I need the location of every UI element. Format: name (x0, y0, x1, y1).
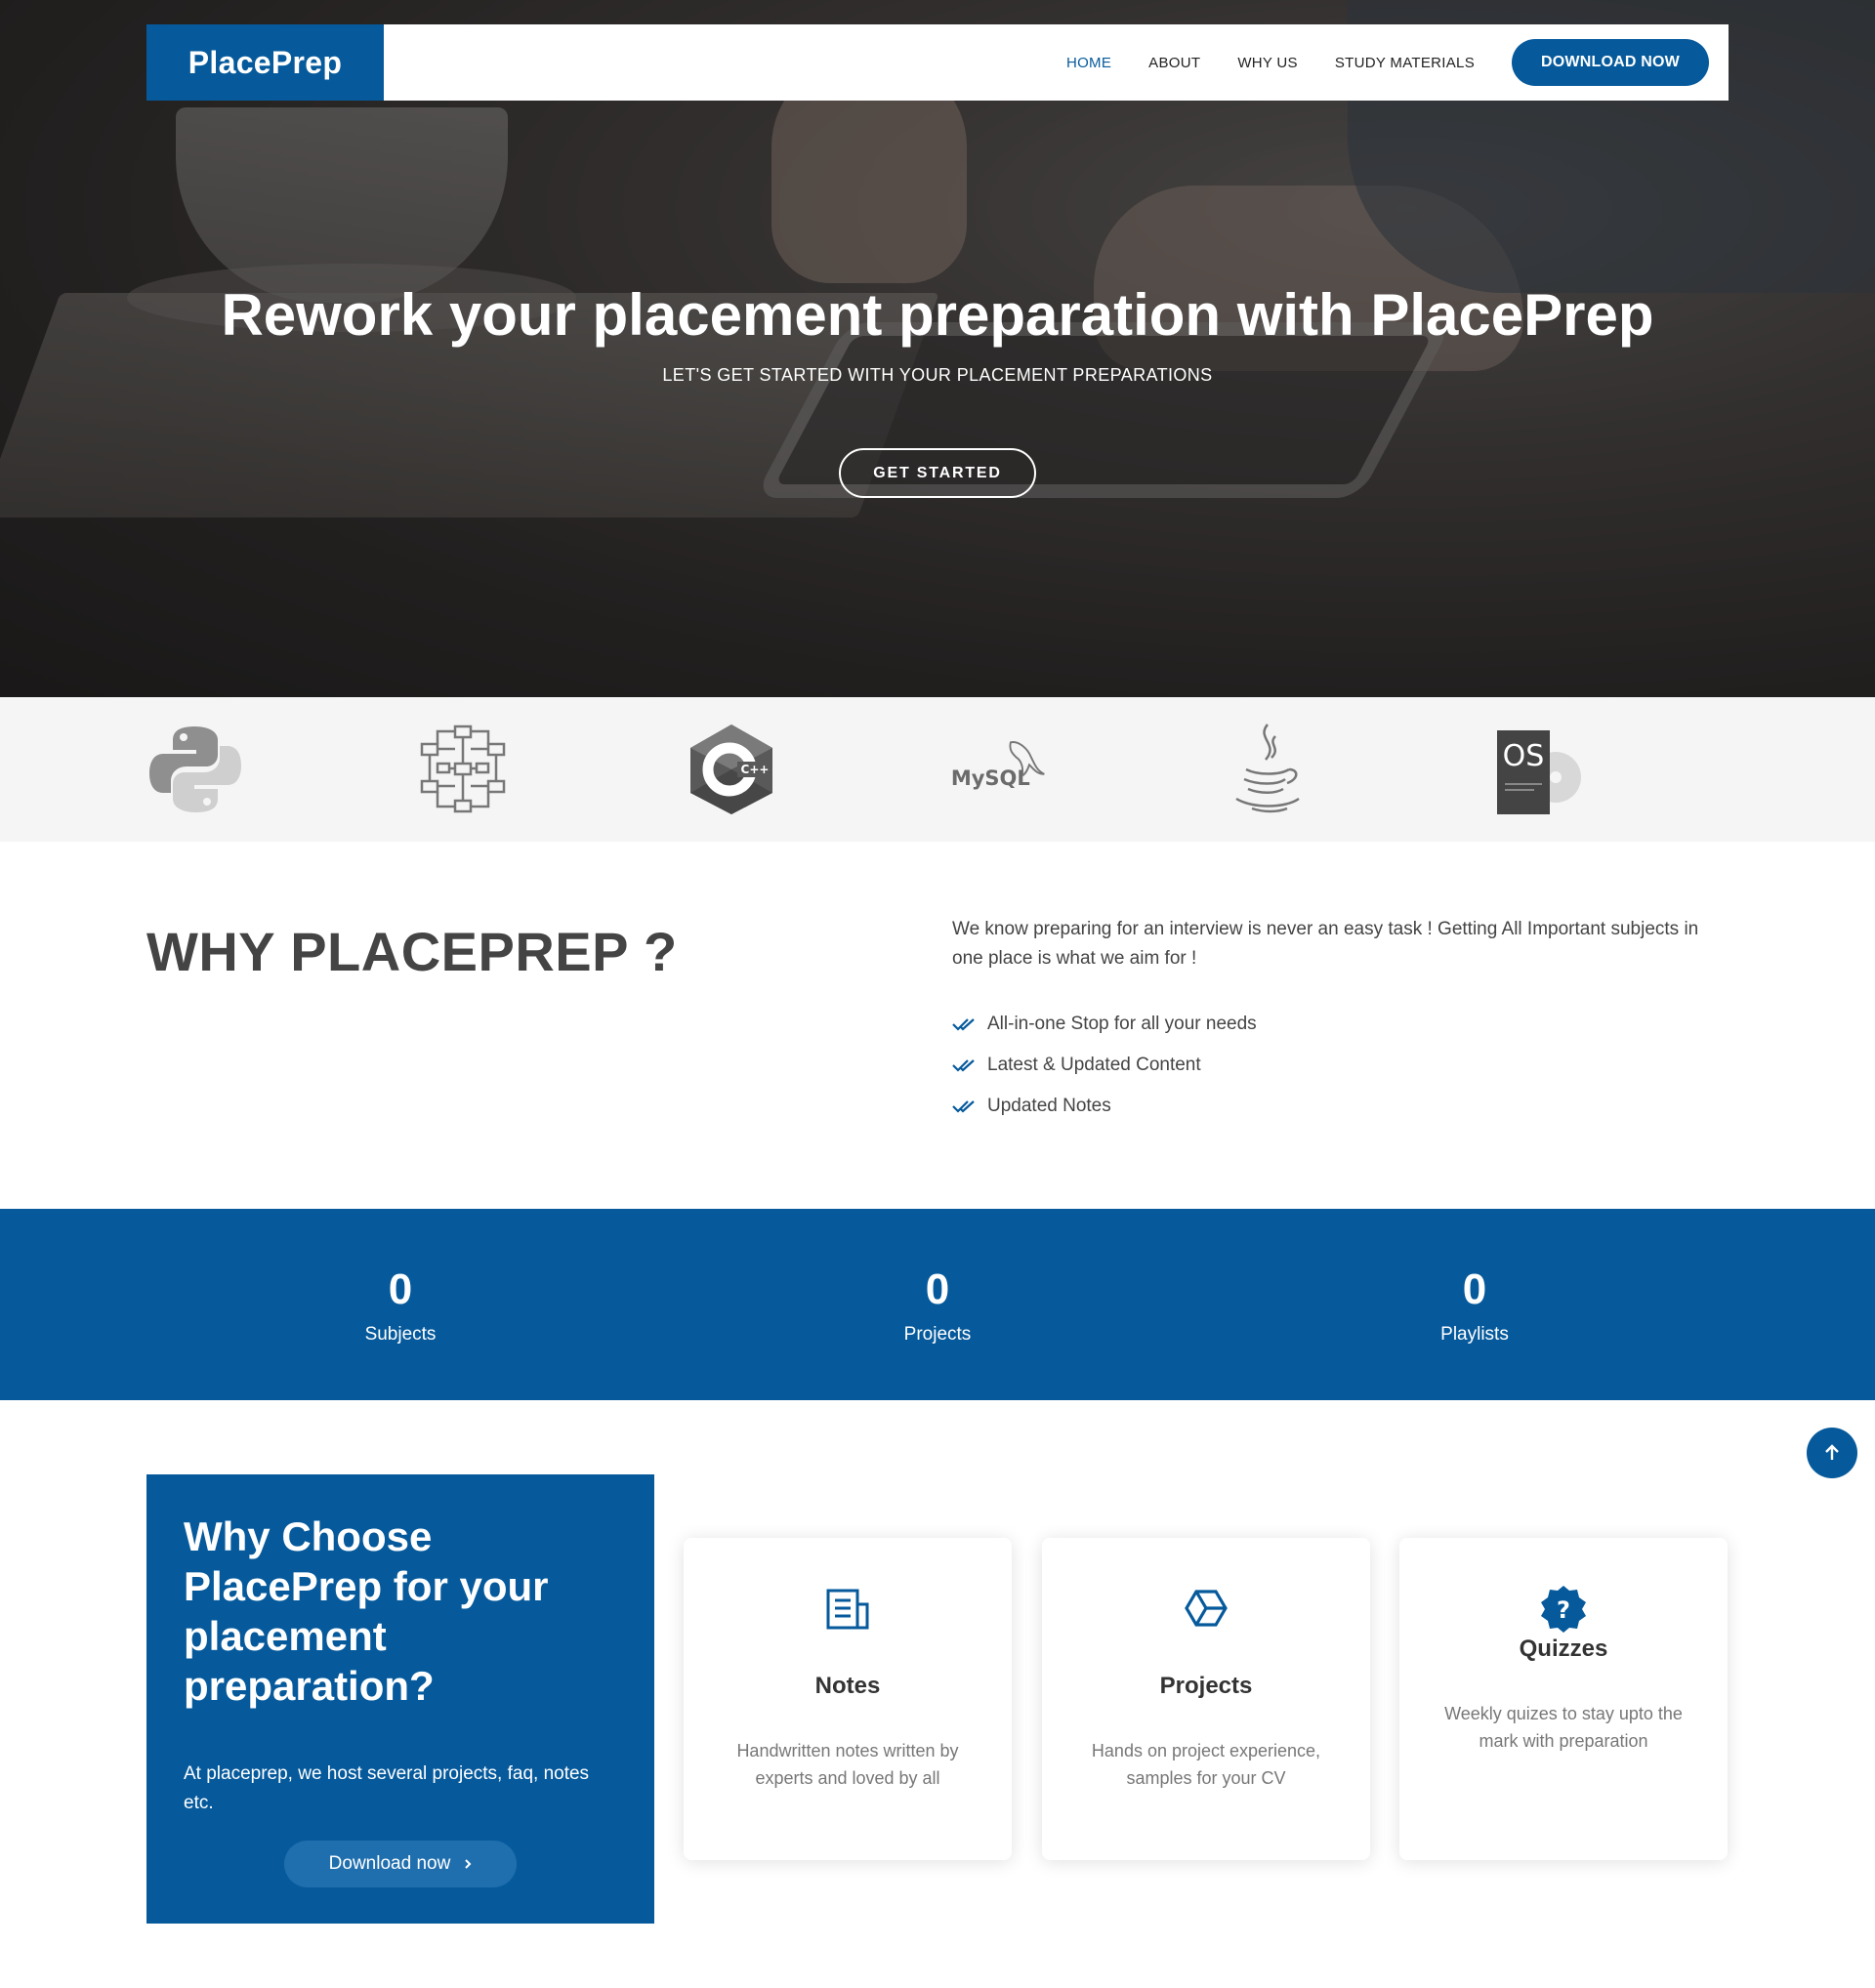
subjects-logo-strip: C++ MySQL OS (0, 697, 1875, 842)
svg-text:MySQL: MySQL (951, 766, 1030, 790)
nav-link-home[interactable]: HOME (1066, 55, 1111, 71)
count-label: Playlists (1440, 1324, 1509, 1345)
feature-desc: Hands on project experience, samples for… (1091, 1741, 1321, 1788)
feature-card-notes[interactable]: Notes Handwritten notes written by exper… (684, 1538, 1012, 1860)
hero-overlay (0, 0, 1875, 697)
get-started-button[interactable]: GET STARTED (839, 448, 1036, 498)
why-choose-title: Why Choose PlacePrep for your placement … (184, 1513, 549, 1709)
feature-title: Projects (1159, 1673, 1253, 1699)
why-choose-text: At placeprep, we host several projects, … (184, 1763, 590, 1813)
brand-name: PlacePrep (188, 44, 343, 80)
python-icon (144, 719, 246, 820)
hero-section: PlacePrep HOME ABOUT WHY US STUDY MATERI… (0, 0, 1875, 697)
list-item: All-in-one Stop for all your needs (952, 1004, 1257, 1045)
nav-menu: HOME ABOUT WHY US STUDY MATERIALS DOWNLO… (1048, 39, 1729, 86)
hexagon-icon (1042, 1589, 1370, 1628)
network-icon (411, 719, 514, 820)
nav-link-about[interactable]: ABOUT (1148, 55, 1200, 71)
double-check-icon (952, 1058, 987, 1072)
feature-card-quizzes[interactable]: ? Quizzes Weekly quizes to stay upto the… (1399, 1538, 1728, 1860)
question-badge-icon: ? (1399, 1585, 1728, 1634)
list-item-text: Latest & Updated Content (987, 1055, 1201, 1075)
nav-link-study-materials[interactable]: STUDY MATERIALS (1335, 55, 1475, 71)
java-icon (1216, 719, 1318, 820)
list-item-text: Updated Notes (987, 1096, 1111, 1116)
brand-logo[interactable]: PlacePrep (146, 24, 384, 101)
why-placeprep-title: WHY PLACEPREP ? (146, 921, 678, 982)
back-to-top-button[interactable] (1807, 1428, 1857, 1478)
download-now-button[interactable]: DOWNLOAD NOW (1512, 39, 1709, 86)
count-value: 0 (1462, 1265, 1487, 1313)
download-now-secondary-button[interactable]: Download now (284, 1841, 517, 1887)
count-subjects: 0 Subjects (254, 1265, 547, 1346)
hero-subtitle: LET'S GET STARTED WITH YOUR PLACEMENT PR… (662, 365, 1213, 385)
count-value: 0 (925, 1265, 950, 1313)
count-playlists: 0 Playlists (1328, 1265, 1621, 1346)
svg-text:C++: C++ (740, 763, 769, 776)
counts-section: 0 Subjects 0 Projects 0 Playlists (0, 1209, 1875, 1400)
why-placeprep-intro: We know preparing for an interview is ne… (952, 919, 1699, 969)
count-label: Subjects (364, 1324, 437, 1345)
feature-title: Quizzes (1519, 1636, 1608, 1662)
feature-desc: Handwritten notes written by experts and… (736, 1741, 959, 1788)
arrow-up-icon (1825, 1444, 1839, 1460)
why-placeprep-list: All-in-one Stop for all your needs Lates… (952, 1004, 1257, 1127)
os-icon: OS (1484, 719, 1587, 820)
list-item-text: All-in-one Stop for all your needs (987, 1014, 1257, 1034)
svg-text:?: ? (1557, 1596, 1570, 1624)
feature-title: Notes (814, 1673, 881, 1699)
cpp-icon: C++ (680, 719, 782, 820)
chevron-right-icon (465, 1859, 472, 1869)
count-value: 0 (388, 1265, 413, 1313)
feature-desc: Weekly quizes to stay upto the mark with… (1444, 1704, 1683, 1751)
hero-title: Rework your placement preparation with P… (221, 282, 1654, 348)
count-label: Projects (903, 1324, 972, 1345)
list-item: Latest & Updated Content (952, 1045, 1257, 1086)
count-projects: 0 Projects (791, 1265, 1084, 1346)
list-item: Updated Notes (952, 1086, 1257, 1127)
navbar: PlacePrep HOME ABOUT WHY US STUDY MATERI… (146, 24, 1729, 101)
download-now-label: Download now (328, 1853, 451, 1874)
why-choose-box: Why Choose PlacePrep for your placement … (146, 1474, 654, 1924)
page: PlacePrep HOME ABOUT WHY US STUDY MATERI… (0, 0, 1875, 1988)
double-check-icon (952, 1017, 987, 1031)
double-check-icon (952, 1099, 987, 1113)
svg-text:OS: OS (1502, 739, 1544, 773)
feature-card-projects[interactable]: Projects Hands on project experience, sa… (1042, 1538, 1370, 1860)
mysql-icon: MySQL (947, 719, 1050, 820)
notes-icon (684, 1589, 1012, 1630)
nav-link-why-us[interactable]: WHY US (1237, 55, 1298, 71)
